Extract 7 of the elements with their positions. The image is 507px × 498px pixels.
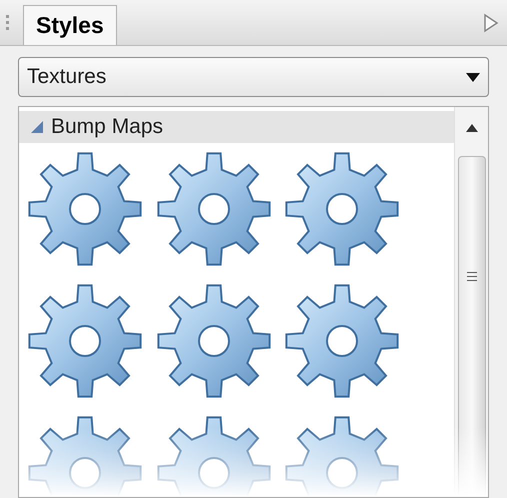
panel-tab[interactable]: Styles (23, 5, 117, 45)
caret-icon (466, 72, 480, 82)
texture-dropdown[interactable]: Textures (18, 57, 489, 97)
expand-arrow-icon[interactable] (483, 12, 499, 32)
section-header[interactable]: Bump Maps (19, 111, 454, 142)
scroll-up-icon (466, 124, 478, 132)
grip-icon[interactable] (6, 15, 9, 30)
